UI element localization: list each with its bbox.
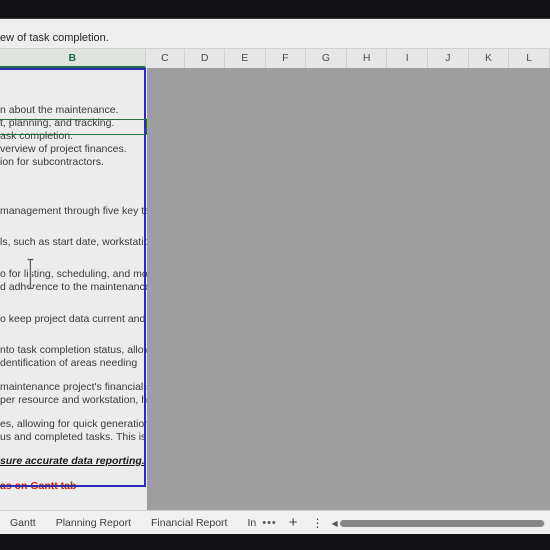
column-header-g[interactable]: G <box>306 49 347 68</box>
cell-text-line: verview of project finances. <box>0 143 127 155</box>
add-sheet-button[interactable]: + <box>281 511 306 535</box>
cell-text-line: management through five key tabs: <box>0 205 147 217</box>
column-header-label: D <box>200 52 209 64</box>
column-header-k[interactable]: K <box>468 49 510 68</box>
cell-text-row[interactable]: o keep project data current and <box>0 313 147 326</box>
column-header-l[interactable]: L <box>509 49 550 68</box>
column-header-d[interactable]: D <box>185 49 225 68</box>
cell-text-row[interactable]: es, allowing for quick generation andus … <box>0 418 147 443</box>
column-header-j[interactable]: J <box>428 49 469 68</box>
sheet-overflow-icon[interactable]: ••• <box>258 517 281 529</box>
sheet-tab-bar[interactable]: Gantt Planning Report Financial Report In •… <box>0 510 550 535</box>
cell-text-line: sure accurate data reporting. <box>0 455 145 467</box>
column-header-b[interactable]: B <box>0 49 146 68</box>
cell-text-line: o keep project data current and <box>0 313 146 325</box>
column-header-row: B C D E F G H I J K L <box>0 49 550 69</box>
horizontal-scrollbar-track[interactable] <box>339 519 546 527</box>
scroll-left-arrow-icon[interactable]: ◀ <box>330 519 340 528</box>
cell-text-row[interactable]: t, planning, and tracking. <box>0 117 147 130</box>
column-header-label: H <box>362 52 371 64</box>
cell-text-row[interactable]: verview of project finances. <box>0 143 147 156</box>
column-header-label: K <box>484 52 492 64</box>
column-header-label: L <box>526 52 533 64</box>
cell-text-line: o for listing, scheduling, and monitorin… <box>0 268 147 280</box>
column-header-label: C <box>161 52 169 64</box>
cell-text-line: ask completion. <box>0 130 73 142</box>
cell-text-line: dentification of areas needing <box>0 356 138 369</box>
column-header-label: E <box>241 52 249 64</box>
column-header-e[interactable]: E <box>224 49 266 68</box>
cell-text-line: ion for subcontractors. <box>0 156 104 168</box>
cell-text-row[interactable]: n about the maintenance. <box>0 104 147 117</box>
formula-bar[interactable]: ew of task completion. <box>0 19 550 49</box>
cell-text-line: t, planning, and tracking. <box>0 117 115 129</box>
formula-bar-text[interactable]: ew of task completion. <box>0 32 109 45</box>
column-header-c[interactable]: C <box>145 49 186 68</box>
cell-text-row[interactable]: ion for subcontractors. <box>0 156 147 169</box>
cell-text-row[interactable]: o for listing, scheduling, and monitorin… <box>0 268 147 293</box>
cell-text-line: us and completed tasks. This is <box>0 430 147 443</box>
cell-text-row[interactable]: ask completion. <box>0 130 147 143</box>
sheet-grid[interactable]: n about the maintenance. t, planning, and… <box>0 68 550 510</box>
column-header-label: B <box>68 52 77 64</box>
column-header-f[interactable]: F <box>265 49 307 68</box>
column-header-label: J <box>445 52 451 64</box>
horizontal-scrollbar-thumb[interactable] <box>339 519 544 527</box>
cell-text-line: per resource and workstation, helping <box>0 393 147 406</box>
cell-text-line: es, allowing for quick generation and <box>0 418 147 430</box>
sheet-tab-in[interactable]: In <box>237 511 258 535</box>
cell-text-row[interactable]: ls, such as start date, workstation, <box>0 236 147 249</box>
column-header-label: F <box>282 52 289 64</box>
cell-text-row[interactable]: nto task completion status, allowingdent… <box>0 344 147 369</box>
cell-text-line: maintenance project's financial status, <box>0 381 147 393</box>
cell-text-line: d adherence to the maintenance <box>0 280 147 293</box>
column-header-h[interactable]: H <box>346 49 388 68</box>
cell-text-row[interactable]: sure accurate data reporting. <box>0 455 147 468</box>
cell-text-line: nto task completion status, allowing <box>0 344 147 356</box>
window-bottom-chrome <box>0 534 550 550</box>
cell-text-row[interactable]: as on Gantt tab <box>0 480 147 493</box>
column-header-label: G <box>321 52 331 64</box>
sheet-options-kebab-icon[interactable]: ⋮ <box>306 511 330 535</box>
column-header-label: I <box>405 52 409 64</box>
cell-text-row[interactable]: management through five key tabs: <box>0 205 147 218</box>
sheet-tab-financial-report[interactable]: Financial Report <box>141 511 237 535</box>
column-header-i[interactable]: I <box>387 49 429 68</box>
spreadsheet-window: ew of task completion. B C D E F G H I J K L n abo… <box>0 0 550 550</box>
horizontal-scroll-area[interactable]: ◀ <box>330 511 550 535</box>
window-top-chrome <box>0 0 550 18</box>
column-b-cells[interactable]: n about the maintenance. t, planning, and… <box>0 68 147 510</box>
cell-text-line: ls, such as start date, workstation, <box>0 236 147 248</box>
cell-text-line: n about the maintenance. <box>0 104 119 116</box>
sheet-tab-planning-report[interactable]: Planning Report <box>46 511 141 535</box>
cell-text-row[interactable]: maintenance project's financial status,p… <box>0 381 147 406</box>
sheet-tab-gantt[interactable]: Gantt <box>0 511 46 535</box>
cell-text-line: as on Gantt tab <box>0 480 77 492</box>
